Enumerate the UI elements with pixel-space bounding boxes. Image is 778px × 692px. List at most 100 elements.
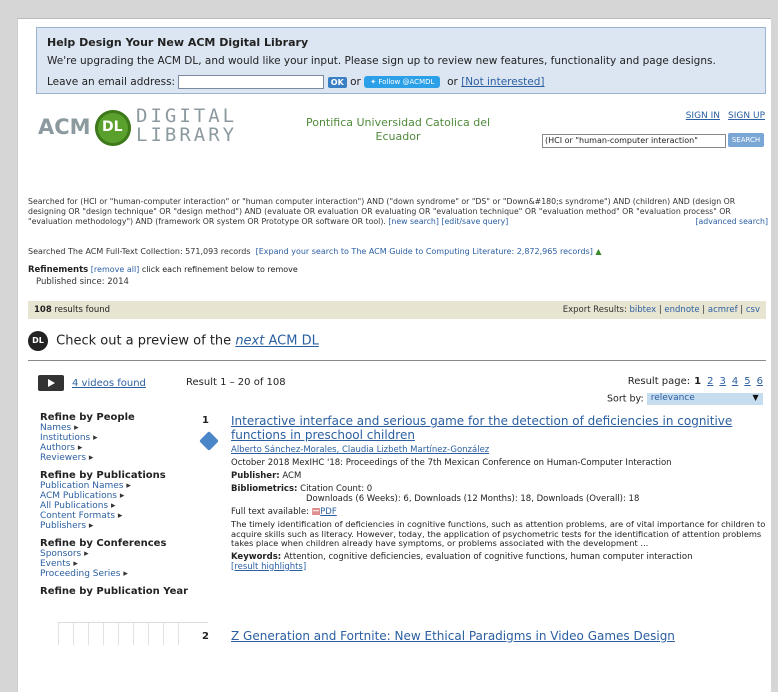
bibliometrics-label: Bibliometrics: — [231, 484, 298, 494]
result-number: 2 — [202, 631, 209, 642]
sign-in-link[interactable]: SIGN IN — [686, 111, 720, 121]
email-label: Leave an email address: — [47, 76, 176, 88]
expand-search-link[interactable]: [Expand your search to The ACM Guide to … — [256, 247, 593, 256]
refine-publication-names[interactable]: Publication Names — [40, 481, 210, 491]
page-link[interactable]: 6 — [757, 376, 763, 387]
acm-dl-logo[interactable]: ACM DL DIGITAL LIBRARY — [38, 107, 268, 147]
results-found: 108 results found — [34, 301, 110, 319]
logo-dl-text: DL — [102, 119, 123, 135]
refine-reviewers[interactable]: Reviewers — [40, 453, 210, 463]
edit-save-query-link[interactable]: [edit/save query] — [441, 217, 508, 226]
not-interested-link[interactable]: [Not interested] — [461, 76, 544, 88]
sort-value: relevance — [650, 393, 695, 403]
acm-dl-word: ACM DL — [268, 333, 319, 349]
citation-count: Citation Count: 0 — [300, 484, 373, 494]
refinements-hint: click each refinement below to remove — [141, 265, 298, 274]
refine-by-conferences-header: Refine by Conferences — [40, 538, 167, 549]
result-venue: October 2018 MexIHC '18: Proceedings of … — [231, 458, 672, 468]
banner-title: Help Design Your New ACM Digital Library — [47, 36, 309, 49]
dl-gear-icon: DL — [95, 110, 131, 146]
query-text: Searched for (HCI or "human-computer int… — [28, 197, 736, 226]
publication-year-chart[interactable] — [58, 622, 208, 645]
remove-all-link[interactable]: [remove all] — [91, 265, 140, 274]
videos-found[interactable]: 4 videos found — [38, 375, 146, 391]
pdf-link[interactable]: PDF — [320, 507, 337, 517]
banner-signup-row: Leave an email address: OK or ✦ Follow @… — [47, 75, 545, 89]
result-title-link[interactable]: Interactive interface and serious game f… — [231, 414, 771, 442]
play-icon[interactable] — [38, 375, 64, 391]
follow-acmdl-button[interactable]: ✦ Follow @ACMDL — [364, 76, 441, 88]
ok-button[interactable]: OK — [327, 76, 347, 88]
new-search-link[interactable]: [new search] — [388, 217, 439, 226]
export-acmref-link[interactable]: acmref — [708, 305, 738, 315]
logo-library: LIBRARY — [136, 124, 238, 146]
page-link[interactable]: 5 — [744, 376, 750, 387]
refine-sidebar: Refine by People Names Institutions Auth… — [40, 409, 210, 597]
result-item: Interactive interface and serious game f… — [231, 414, 771, 572]
dropdown-arrow-icon: ▼ — [752, 393, 759, 402]
or-text: or — [350, 76, 361, 88]
result-authors[interactable]: Alberto Sánchez-Morales, Claudia Lizbeth… — [231, 445, 771, 455]
page: Help Design Your New ACM Digital Library… — [17, 18, 771, 692]
result-title-link[interactable]: Z Generation and Fortnite: New Ethical P… — [231, 629, 675, 643]
publisher-value: ACM — [282, 471, 302, 481]
refine-proceeding-series[interactable]: Proceeding Series — [40, 569, 210, 579]
refine-sponsors[interactable]: Sponsors — [40, 549, 210, 559]
videos-found-link[interactable]: 4 videos found — [72, 378, 146, 389]
search-input[interactable]: (HCI or "human-computer interaction" — [542, 134, 726, 148]
next-acm-dl-link[interactable]: next ACM DL — [235, 334, 319, 349]
banner-text: We're upgrading the ACM DL, and would li… — [47, 55, 716, 67]
result-range: Result 1 – 20 of 108 — [186, 377, 286, 388]
result-highlights-link[interactable]: [result highlights] — [231, 562, 771, 572]
refine-by-publications-header: Refine by Publications — [40, 470, 166, 481]
logo-acm-text: ACM — [38, 115, 91, 139]
institution-name: Pontifica Universidad Catolica del Ecuad… — [305, 116, 491, 143]
refine-names[interactable]: Names — [40, 423, 210, 433]
keywords-value: Attention, cognitive deficiencies, evalu… — [283, 551, 693, 562]
feedback-banner: Help Design Your New ACM Digital Library… — [36, 27, 766, 94]
refine-institutions[interactable]: Institutions — [40, 433, 210, 443]
full-text-label: Full text available: — [231, 507, 309, 517]
sign-up-link[interactable]: SIGN UP — [728, 111, 765, 121]
keywords-label: Keywords: — [231, 551, 282, 562]
logo-digital-library-text: DIGITAL LIBRARY — [136, 107, 237, 145]
export-bibtex-link[interactable]: bibtex — [630, 305, 657, 315]
refinements-label: Refinements — [28, 265, 89, 275]
page-link[interactable]: 4 — [732, 376, 738, 387]
refinements-header: Refinements [remove all] click each refi… — [28, 265, 298, 275]
result-downloads: Downloads (6 Weeks): 6, Downloads (12 Mo… — [306, 494, 640, 504]
refine-content-formats[interactable]: Content Formats — [40, 511, 210, 521]
refine-by-year-header: Refine by Publication Year — [40, 586, 189, 597]
collection-text: Searched The ACM Full-Text Collection: 5… — [28, 247, 251, 256]
export-endnote-link[interactable]: endnote — [664, 305, 699, 315]
refine-acm-publications[interactable]: ACM Publications — [40, 491, 210, 501]
tree-icon: ▲ — [595, 247, 602, 256]
search-query-summary: Searched for (HCI or "human-computer int… — [28, 197, 768, 227]
published-since-refinement[interactable]: Published since: 2014 — [36, 277, 129, 287]
advanced-search-link[interactable]: [advanced search] — [695, 217, 768, 227]
current-page: 1 — [694, 376, 702, 387]
result-number: 1 — [202, 415, 209, 426]
search-button[interactable]: SEARCH — [728, 133, 764, 147]
result-abstract: The timely identification of deficiencie… — [231, 519, 766, 548]
next-word: next — [235, 333, 265, 349]
sort-select[interactable]: relevance ▼ — [646, 393, 763, 405]
page-link[interactable]: 2 — [707, 376, 713, 387]
refine-publishers[interactable]: Publishers — [40, 521, 210, 531]
pagination: Result page: 1 2 3 4 5 6 — [628, 376, 763, 387]
follow-label: Follow @ACMDL — [378, 78, 435, 86]
export-csv-link[interactable]: csv — [746, 305, 760, 315]
refine-all-publications[interactable]: All Publications — [40, 501, 210, 511]
sort-label: Sort by: — [607, 393, 644, 405]
result-keywords: Keywords: Attention, cognitive deficienc… — [231, 552, 771, 562]
sort-by: Sort by: relevance ▼ — [607, 393, 763, 405]
refine-events[interactable]: Events — [40, 559, 210, 569]
or-text-2: or — [447, 76, 458, 88]
email-input[interactable] — [178, 75, 325, 89]
refine-authors[interactable]: Authors — [40, 443, 210, 453]
next-dl-preview: DL Check out a preview of the next ACM D… — [28, 331, 319, 351]
page-link[interactable]: 3 — [720, 376, 726, 387]
pdf-icon: ▤ — [311, 507, 321, 517]
dl-preview-icon: DL — [28, 331, 48, 351]
twitter-bird-icon: ✦ — [370, 78, 377, 86]
